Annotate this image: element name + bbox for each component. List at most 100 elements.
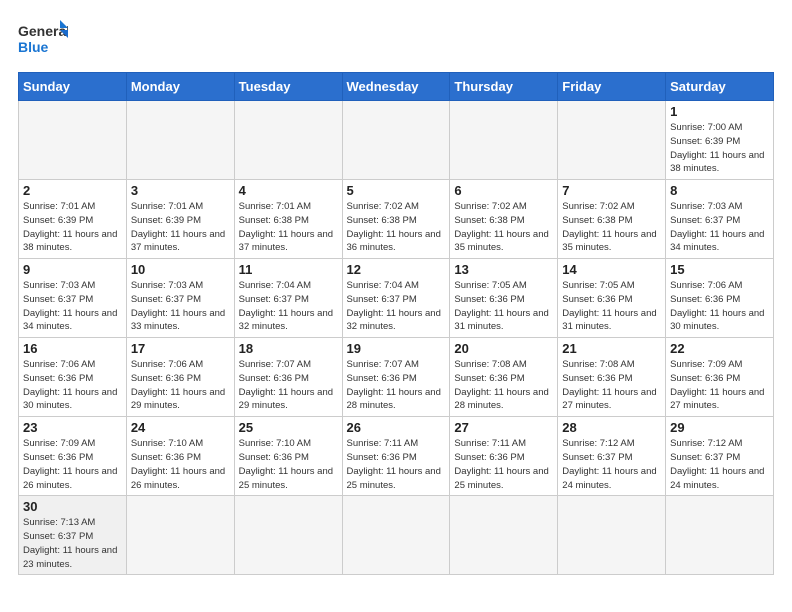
- day-info: Sunrise: 7:03 AM Sunset: 6:37 PM Dayligh…: [670, 200, 769, 255]
- day-info: Sunrise: 7:05 AM Sunset: 6:36 PM Dayligh…: [454, 279, 553, 334]
- day-info: Sunrise: 7:07 AM Sunset: 6:36 PM Dayligh…: [347, 358, 446, 413]
- day-info: Sunrise: 7:01 AM Sunset: 6:38 PM Dayligh…: [239, 200, 338, 255]
- day-info: Sunrise: 7:06 AM Sunset: 6:36 PM Dayligh…: [131, 358, 230, 413]
- calendar-cell: 24Sunrise: 7:10 AM Sunset: 6:36 PM Dayli…: [126, 417, 234, 496]
- day-number: 20: [454, 341, 553, 356]
- calendar-cell: 18 Sunrise: 7:07 AM Sunset: 6:36 PM Dayli…: [234, 338, 342, 417]
- day-number: 29: [670, 420, 769, 435]
- logo-svg: General Blue: [18, 18, 68, 60]
- calendar-cell: 25Sunrise: 7:10 AM Sunset: 6:36 PM Dayli…: [234, 417, 342, 496]
- header: General Blue: [18, 18, 774, 60]
- svg-text:Blue: Blue: [18, 39, 49, 55]
- day-number: 23: [23, 420, 122, 435]
- calendar-cell: [19, 101, 127, 180]
- page: General Blue SundayMondayTuesdayWednesda…: [0, 0, 792, 593]
- day-number: 30: [23, 499, 122, 514]
- weekday-saturday: Saturday: [666, 73, 774, 101]
- day-info: Sunrise: 7:02 AM Sunset: 6:38 PM Dayligh…: [562, 200, 661, 255]
- day-info: Sunrise: 7:03 AM Sunset: 6:37 PM Dayligh…: [23, 279, 122, 334]
- calendar-cell: [666, 496, 774, 575]
- day-info: Sunrise: 7:09 AM Sunset: 6:36 PM Dayligh…: [23, 437, 122, 492]
- calendar-cell: 3Sunrise: 7:01 AM Sunset: 6:39 PM Daylig…: [126, 180, 234, 259]
- calendar-cell: 7Sunrise: 7:02 AM Sunset: 6:38 PM Daylig…: [558, 180, 666, 259]
- calendar-cell: 9 Sunrise: 7:03 AM Sunset: 6:37 PM Daylig…: [19, 259, 127, 338]
- week-row-3: 16Sunrise: 7:06 AM Sunset: 6:36 PM Dayli…: [19, 338, 774, 417]
- week-row-5: 30 Sunrise: 7:13 AM Sunset: 6:37 PM Dayli…: [19, 496, 774, 575]
- day-number: 28: [562, 420, 661, 435]
- day-number: 12: [347, 262, 446, 277]
- day-number: 21: [562, 341, 661, 356]
- weekday-sunday: Sunday: [19, 73, 127, 101]
- day-info: Sunrise: 7:07 AM Sunset: 6:36 PM Dayligh…: [239, 358, 338, 413]
- day-number: 15: [670, 262, 769, 277]
- week-row-4: 23 Sunrise: 7:09 AM Sunset: 6:36 PM Dayli…: [19, 417, 774, 496]
- calendar-cell: 8Sunrise: 7:03 AM Sunset: 6:37 PM Daylig…: [666, 180, 774, 259]
- weekday-thursday: Thursday: [450, 73, 558, 101]
- day-info: Sunrise: 7:01 AM Sunset: 6:39 PM Dayligh…: [23, 200, 122, 255]
- calendar-cell: [558, 101, 666, 180]
- calendar-cell: 10Sunrise: 7:03 AM Sunset: 6:37 PM Dayli…: [126, 259, 234, 338]
- logo: General Blue: [18, 18, 68, 60]
- weekday-monday: Monday: [126, 73, 234, 101]
- day-number: 5: [347, 183, 446, 198]
- day-info: Sunrise: 7:02 AM Sunset: 6:38 PM Dayligh…: [347, 200, 446, 255]
- day-info: Sunrise: 7:04 AM Sunset: 6:37 PM Dayligh…: [347, 279, 446, 334]
- calendar-cell: 28Sunrise: 7:12 AM Sunset: 6:37 PM Dayli…: [558, 417, 666, 496]
- day-number: 11: [239, 262, 338, 277]
- day-number: 13: [454, 262, 553, 277]
- calendar-cell: 5 Sunrise: 7:02 AM Sunset: 6:38 PM Daylig…: [342, 180, 450, 259]
- calendar-cell: 30 Sunrise: 7:13 AM Sunset: 6:37 PM Dayli…: [19, 496, 127, 575]
- calendar-cell: 23 Sunrise: 7:09 AM Sunset: 6:36 PM Dayli…: [19, 417, 127, 496]
- day-info: Sunrise: 7:08 AM Sunset: 6:36 PM Dayligh…: [562, 358, 661, 413]
- day-number: 3: [131, 183, 230, 198]
- weekday-header-row: SundayMondayTuesdayWednesdayThursdayFrid…: [19, 73, 774, 101]
- week-row-1: 2 Sunrise: 7:01 AM Sunset: 6:39 PM Daylig…: [19, 180, 774, 259]
- calendar-cell: 21 Sunrise: 7:08 AM Sunset: 6:36 PM Dayli…: [558, 338, 666, 417]
- calendar-cell: [342, 496, 450, 575]
- calendar-cell: [342, 101, 450, 180]
- day-number: 17: [131, 341, 230, 356]
- day-info: Sunrise: 7:10 AM Sunset: 6:36 PM Dayligh…: [239, 437, 338, 492]
- day-number: 1: [670, 104, 769, 119]
- day-number: 10: [131, 262, 230, 277]
- calendar-cell: 14Sunrise: 7:05 AM Sunset: 6:36 PM Dayli…: [558, 259, 666, 338]
- day-info: Sunrise: 7:12 AM Sunset: 6:37 PM Dayligh…: [670, 437, 769, 492]
- calendar-cell: 6Sunrise: 7:02 AM Sunset: 6:38 PM Daylig…: [450, 180, 558, 259]
- day-info: Sunrise: 7:11 AM Sunset: 6:36 PM Dayligh…: [347, 437, 446, 492]
- day-info: Sunrise: 7:10 AM Sunset: 6:36 PM Dayligh…: [131, 437, 230, 492]
- weekday-tuesday: Tuesday: [234, 73, 342, 101]
- calendar-cell: 20 Sunrise: 7:08 AM Sunset: 6:36 PM Dayli…: [450, 338, 558, 417]
- weekday-wednesday: Wednesday: [342, 73, 450, 101]
- day-number: 2: [23, 183, 122, 198]
- calendar-cell: 13 Sunrise: 7:05 AM Sunset: 6:36 PM Dayli…: [450, 259, 558, 338]
- calendar-cell: 11 Sunrise: 7:04 AM Sunset: 6:37 PM Dayli…: [234, 259, 342, 338]
- week-row-2: 9 Sunrise: 7:03 AM Sunset: 6:37 PM Daylig…: [19, 259, 774, 338]
- day-info: Sunrise: 7:06 AM Sunset: 6:36 PM Dayligh…: [23, 358, 122, 413]
- day-info: Sunrise: 7:04 AM Sunset: 6:37 PM Dayligh…: [239, 279, 338, 334]
- day-number: 9: [23, 262, 122, 277]
- day-number: 22: [670, 341, 769, 356]
- day-info: Sunrise: 7:00 AM Sunset: 6:39 PM Dayligh…: [670, 121, 769, 176]
- calendar-cell: 12 Sunrise: 7:04 AM Sunset: 6:37 PM Dayli…: [342, 259, 450, 338]
- calendar-cell: [234, 496, 342, 575]
- day-number: 26: [347, 420, 446, 435]
- day-info: Sunrise: 7:11 AM Sunset: 6:36 PM Dayligh…: [454, 437, 553, 492]
- calendar-cell: [126, 496, 234, 575]
- calendar-cell: 27 Sunrise: 7:11 AM Sunset: 6:36 PM Dayli…: [450, 417, 558, 496]
- calendar-cell: 4 Sunrise: 7:01 AM Sunset: 6:38 PM Daylig…: [234, 180, 342, 259]
- calendar-cell: [234, 101, 342, 180]
- day-info: Sunrise: 7:08 AM Sunset: 6:36 PM Dayligh…: [454, 358, 553, 413]
- day-number: 6: [454, 183, 553, 198]
- day-number: 27: [454, 420, 553, 435]
- calendar: SundayMondayTuesdayWednesdayThursdayFrid…: [18, 72, 774, 575]
- calendar-cell: 17 Sunrise: 7:06 AM Sunset: 6:36 PM Dayli…: [126, 338, 234, 417]
- day-number: 4: [239, 183, 338, 198]
- day-info: Sunrise: 7:05 AM Sunset: 6:36 PM Dayligh…: [562, 279, 661, 334]
- calendar-cell: [126, 101, 234, 180]
- calendar-cell: [450, 101, 558, 180]
- calendar-cell: 26 Sunrise: 7:11 AM Sunset: 6:36 PM Dayli…: [342, 417, 450, 496]
- day-number: 18: [239, 341, 338, 356]
- day-info: Sunrise: 7:06 AM Sunset: 6:36 PM Dayligh…: [670, 279, 769, 334]
- calendar-cell: 19Sunrise: 7:07 AM Sunset: 6:36 PM Dayli…: [342, 338, 450, 417]
- day-info: Sunrise: 7:13 AM Sunset: 6:37 PM Dayligh…: [23, 516, 122, 571]
